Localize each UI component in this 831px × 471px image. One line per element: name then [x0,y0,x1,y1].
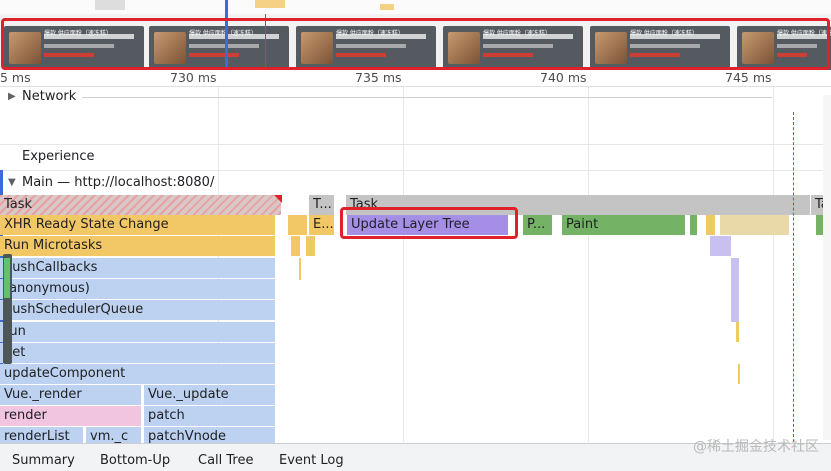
tab-call-tree[interactable]: Call Tree [198,453,254,468]
flame-paint-short[interactable]: P... [523,215,553,235]
flame-event[interactable] [288,215,308,235]
flame-label: Run Microtasks [4,238,103,253]
tab-event-log[interactable]: Event Log [279,453,344,468]
network-track-header[interactable]: ▶ Network [0,87,831,107]
flame-update-component[interactable]: updateComponent [0,364,276,384]
flame-xhr-ready-state-change[interactable]: XHR Ready State Change [0,215,276,235]
flame-label: (anonymous) [4,281,90,296]
flame-get[interactable]: get [0,343,276,363]
grid-line [403,70,404,442]
flame-render-list[interactable]: renderList [0,427,84,443]
track-scrollbar-thumb[interactable] [4,258,10,298]
tab-bottom-up[interactable]: Bottom-Up [100,453,170,468]
flame-label: renderList [4,429,70,443]
flame-run[interactable]: run [0,322,276,342]
highlight-box [340,207,518,239]
tick-label: 735 ms [355,70,402,85]
experience-track-label: Experience [22,149,95,164]
flame-paint[interactable] [690,215,698,235]
flame-label: P... [527,217,546,232]
tick-label: 745 ms [725,70,772,85]
flame-event[interactable]: E... [309,215,335,235]
flame-label: Paint [566,217,599,232]
flame-paint[interactable]: Paint [562,215,686,235]
expand-arrow-icon[interactable]: ▶ [8,91,16,102]
flame-label: updateComponent [4,366,126,381]
overview-marker [225,0,228,14]
timing-marker [793,112,794,442]
flame-label: patch [148,408,185,423]
flame-label: E... [313,217,334,232]
flame-label: patchVnode [148,429,227,443]
flame-flush-scheduler-queue[interactable]: flushSchedulerQueue [0,300,276,320]
flame-vue-update[interactable]: Vue._update [144,385,276,405]
flame-vue-render[interactable]: Vue._render [0,385,142,405]
flame-event[interactable] [306,236,316,256]
flame-label: Vue._update [148,387,229,402]
overview-activity [380,4,394,10]
flame-event[interactable] [291,236,301,256]
flame-event[interactable] [720,215,790,235]
flame-label: flushSchedulerQueue [4,302,144,317]
flame-label: Vue._render [4,387,82,402]
flame-label: XHR Ready State Change [4,217,169,232]
tab-summary[interactable]: Summary [12,453,75,468]
network-track-label: Network [22,89,77,104]
tick-label: 730 ms [170,70,217,85]
tick-label: 5 ms [0,70,31,85]
time-ruler: 5 ms 730 ms 735 ms 740 ms 745 ms [0,70,831,87]
overview-activity [95,0,125,10]
flame-vm-c[interactable]: vm._c [86,427,142,443]
watermark: @稀土掘金技术社区 [693,439,819,455]
flame-patch-vnode[interactable]: patchVnode [144,427,276,443]
flame-label: flushCallbacks [4,260,98,275]
flame-event[interactable] [706,215,716,235]
flame-label: render [4,408,47,423]
flame-flush-callbacks[interactable]: flushCallbacks [0,258,276,278]
timeline-overview[interactable] [0,0,831,15]
flame-task[interactable]: T... [309,195,335,215]
flame-event[interactable] [299,258,301,280]
highlight-box [1,18,830,70]
flame-label: Task [4,197,33,212]
flame-render[interactable]: render [0,406,142,426]
vertical-scrollbar[interactable] [823,95,831,440]
experience-track-header[interactable]: Experience [0,148,831,168]
flame-label: vm._c [90,429,129,443]
overview-activity [255,0,285,8]
flame-task-long[interactable]: Task [0,195,282,215]
flame-event[interactable] [736,322,739,342]
flame-label: T... [313,197,332,212]
flame-event[interactable] [738,364,740,384]
main-track-label: Main — http://localhost:8080/ [22,175,215,190]
grid-line [588,70,589,442]
flame-run-microtasks[interactable]: Run Microtasks [0,236,276,256]
flame-event[interactable] [710,236,732,256]
grid-line [773,70,774,442]
long-task-flag-icon [274,195,282,203]
flame-anonymous[interactable]: (anonymous) [0,279,276,299]
tick-label: 740 ms [540,70,587,85]
flame-event[interactable] [731,258,739,322]
collapse-arrow-icon[interactable]: ▼ [8,177,16,188]
main-track-header[interactable]: ▼ Main — http://localhost:8080/ [0,173,831,193]
flame-patch[interactable]: patch [144,406,276,426]
